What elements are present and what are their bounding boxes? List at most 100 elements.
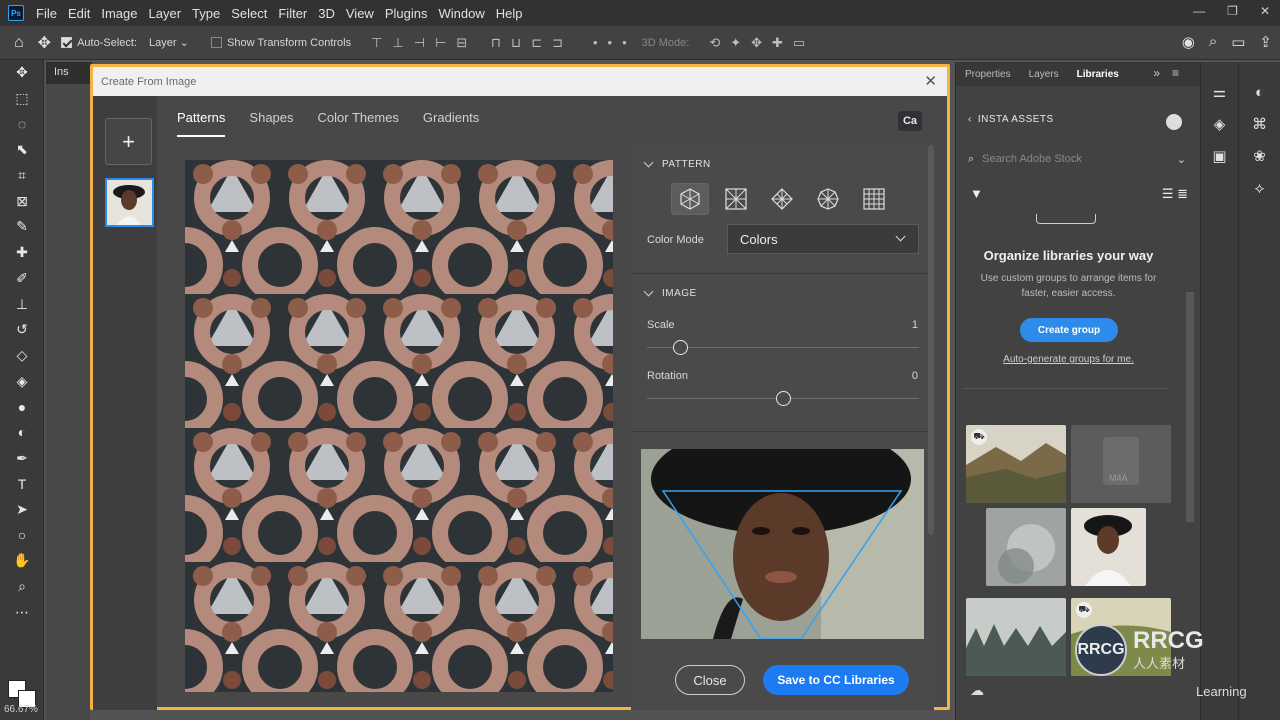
close-window-icon[interactable]: ✕	[1260, 4, 1270, 18]
photoshop-logo-icon[interactable]: Ps	[8, 5, 24, 21]
menu-filter[interactable]: Filter	[278, 6, 307, 21]
edit-toolbar-icon[interactable]: ⋯	[0, 599, 44, 625]
brush-tool-icon[interactable]: ✐	[0, 266, 44, 292]
auto-select-dropdown[interactable]: Layer ⌄	[149, 36, 201, 49]
dodge-tool-icon[interactable]: ◐	[0, 420, 44, 446]
search-icon[interactable]: ⌕	[1209, 33, 1217, 51]
object-select-tool-icon[interactable]: ⬉	[0, 137, 44, 163]
align-buttons[interactable]: ⊤⊥⊣⊢⊟ ⊓⊔⊏⊐	[371, 35, 573, 51]
color-mode-select[interactable]: Colors	[727, 224, 919, 254]
path-select-tool-icon[interactable]: ➤	[0, 497, 44, 523]
asset-portrait[interactable]	[1071, 508, 1146, 586]
menu-type[interactable]: Type	[192, 6, 220, 21]
hexagon-pattern-icon[interactable]	[671, 183, 709, 215]
more-options-icon[interactable]: •••	[593, 35, 637, 50]
square-pattern-icon[interactable]	[717, 183, 755, 215]
scale-slider-thumb[interactable]	[672, 340, 688, 355]
menu-image[interactable]: Image	[101, 6, 137, 21]
capture-app-badge[interactable]: Ca	[898, 111, 922, 131]
adjustments-icon[interactable]: ⚌	[1201, 76, 1238, 108]
pattern-section-header[interactable]: PATTERN	[643, 157, 711, 170]
tab-properties[interactable]: Properties	[956, 69, 1020, 80]
home-icon[interactable]: ⌂	[14, 34, 24, 52]
color-icon[interactable]: ◐	[1239, 76, 1280, 108]
asset-smoke[interactable]	[986, 508, 1066, 586]
diamond-pattern-icon[interactable]	[763, 183, 801, 215]
menu-plugins[interactable]: Plugins	[385, 6, 428, 21]
menu-edit[interactable]: Edit	[68, 6, 90, 21]
shape-tool-icon[interactable]: ○	[0, 522, 44, 548]
dialog-titlebar[interactable]: Create From Image ✕	[93, 67, 947, 96]
view-toggle-icons[interactable]: ☰ ≣	[1162, 186, 1188, 202]
crop-tool-icon[interactable]: ⌗	[0, 163, 44, 189]
grid-pattern-icon[interactable]	[855, 183, 893, 215]
asset-landscape[interactable]: ⛟	[966, 425, 1066, 503]
marquee-tool-icon[interactable]: ⬚	[0, 86, 44, 112]
share-icon[interactable]: ⇪	[1259, 33, 1272, 51]
settings-scrollbar[interactable]	[928, 145, 934, 535]
asset-forest[interactable]	[966, 598, 1066, 676]
dialog-close-icon[interactable]: ✕	[924, 72, 937, 90]
paint-bucket-tool-icon[interactable]: ◈	[0, 368, 44, 394]
show-transform-checkbox[interactable]	[211, 37, 222, 48]
libraries-icon[interactable]: ▣	[1201, 140, 1238, 172]
circle-pattern-icon[interactable]	[809, 183, 847, 215]
menu-help[interactable]: Help	[496, 6, 523, 21]
pen-tool-icon[interactable]: ✒	[0, 445, 44, 471]
menu-file[interactable]: File	[36, 6, 57, 21]
blur-tool-icon[interactable]: ●	[0, 394, 44, 420]
move-options-icon[interactable]: ✥	[38, 33, 51, 53]
eraser-tool-icon[interactable]: ◇	[0, 343, 44, 369]
tab-layers[interactable]: Layers	[1020, 69, 1068, 80]
frame-tool-icon[interactable]: ⊠	[0, 188, 44, 214]
3d-mode-icons[interactable]: ⟲✦✥✚▭	[709, 35, 815, 51]
source-thumbnail[interactable]	[105, 178, 154, 227]
lasso-tool-icon[interactable]: ◌	[0, 111, 44, 137]
paths-icon[interactable]: ⟡	[1239, 172, 1280, 204]
healing-tool-icon[interactable]: ✚	[0, 240, 44, 266]
stamp-tool-icon[interactable]: ⊥	[0, 291, 44, 317]
add-image-button[interactable]: +	[105, 118, 152, 165]
restore-icon[interactable]: ❐	[1227, 4, 1238, 18]
type-tool-icon[interactable]: T	[0, 471, 44, 497]
library-back-link[interactable]: ‹ INSTA ASSETS	[968, 114, 1054, 125]
filter-icon[interactable]: ▼	[970, 186, 983, 202]
swatches-icon[interactable]: ❀	[1239, 140, 1280, 172]
auto-select-checkbox[interactable]	[61, 37, 73, 48]
panel-menu-icon[interactable]: »≡	[1153, 66, 1191, 80]
menu-3d[interactable]: 3D	[318, 6, 335, 21]
libraries-scrollbar[interactable]	[1186, 292, 1194, 522]
menu-select[interactable]: Select	[231, 6, 267, 21]
tab-shapes[interactable]: Shapes	[249, 110, 293, 137]
workspace-icon[interactable]: ▭	[1231, 33, 1245, 51]
tab-libraries[interactable]: Libraries	[1068, 69, 1128, 80]
layers-stack-icon[interactable]: ◈	[1201, 108, 1238, 140]
stock-search-field[interactable]: ⌕ Search Adobe Stock ⌄	[964, 147, 1186, 171]
minimize-icon[interactable]: —	[1193, 4, 1205, 18]
create-group-button[interactable]: Create group	[1020, 318, 1118, 342]
chevron-down-icon[interactable]: ⌄	[1177, 153, 1186, 166]
close-button[interactable]: Close	[675, 665, 745, 695]
rotation-slider-thumb[interactable]	[776, 391, 791, 406]
save-to-cc-libraries-button[interactable]: Save to CC Libraries	[763, 665, 909, 695]
history-brush-tool-icon[interactable]: ↺	[0, 317, 44, 343]
zoom-tool-icon[interactable]: ⌕	[0, 574, 44, 600]
channels-icon[interactable]: ⌘	[1239, 108, 1280, 140]
menu-view[interactable]: View	[346, 6, 374, 21]
tab-patterns[interactable]: Patterns	[177, 110, 226, 137]
eyedropper-tool-icon[interactable]: ✎	[0, 214, 44, 240]
auto-generate-groups-link[interactable]: Auto-generate groups for me.	[956, 354, 1181, 365]
user-icon[interactable]: ◉	[1182, 33, 1195, 51]
asset-audio[interactable]: M4A	[1071, 425, 1171, 503]
cloud-icon[interactable]: ☁	[970, 682, 984, 699]
collaborator-icon[interactable]	[1166, 114, 1182, 130]
menu-layer[interactable]: Layer	[149, 6, 182, 21]
document-tab[interactable]: Ins	[46, 62, 92, 84]
move-tool-icon[interactable]: ✥	[0, 60, 44, 86]
hand-tool-icon[interactable]: ✋	[0, 548, 44, 574]
tab-color-themes[interactable]: Color Themes	[318, 110, 399, 137]
scale-slider[interactable]	[647, 347, 919, 348]
tab-gradients[interactable]: Gradients	[423, 110, 479, 137]
menu-window[interactable]: Window	[438, 6, 484, 21]
image-section-header[interactable]: IMAGE	[643, 286, 697, 299]
